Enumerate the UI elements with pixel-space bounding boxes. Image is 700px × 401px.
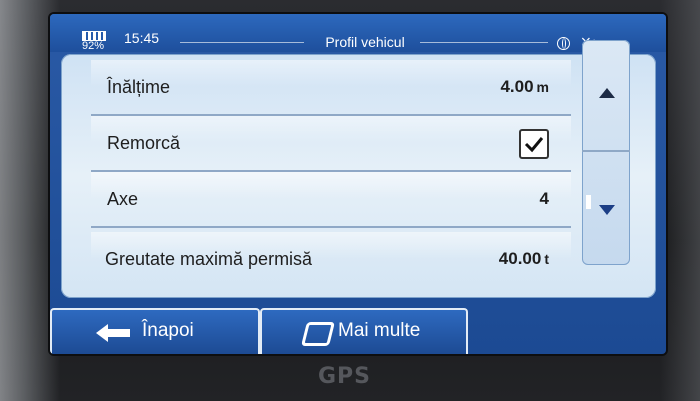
status-bar: 92% 15:45 Profil vehicul ⨯• [50,14,666,52]
setting-label: Remorcă [107,133,181,153]
scroll-up-icon[interactable] [599,88,615,98]
globe-icon [557,37,570,50]
setting-row-trailer[interactable]: Remorcă [91,116,571,172]
more-button[interactable]: Mai multe [260,308,468,354]
back-button[interactable]: Înapoi [50,308,260,354]
battery-percent: 92% [82,40,105,52]
setting-value: 4.00 m [500,77,549,96]
settings-panel: Înălțime 4.00 m Remorcă Axe 4 Greutate ma… [61,54,656,298]
device-brand-logo: GPS [318,364,372,389]
scroll-thumb[interactable] [586,195,591,209]
back-arrow-icon [96,324,130,342]
scrollbar[interactable] [582,40,630,265]
setting-row-max-weight[interactable]: Greutate maximă permisă 40.00 t [91,232,571,286]
trailer-checkbox[interactable] [519,129,549,159]
title-rule-left [180,42,304,43]
setting-row-height[interactable]: Înălțime 4.00 m [91,60,571,116]
title-rule-right [420,42,548,43]
scroll-down-icon[interactable] [599,205,615,215]
scroll-divider [582,150,630,152]
bezel-shade [660,0,700,401]
setting-label: Greutate maximă permisă [105,249,313,269]
setting-row-axles[interactable]: Axe 4 [91,172,571,228]
clock: 15:45 [124,30,160,46]
setting-value: 40.00 t [498,249,549,268]
back-button-label: Înapoi [142,320,194,341]
page-title: Profil vehicul [325,34,405,50]
check-icon [524,137,544,153]
more-button-label: Mai multe [338,320,421,341]
setting-label: Axe [107,189,139,209]
screen: 92% 15:45 Profil vehicul ⨯• Înălțime 4.0… [50,14,666,354]
more-icon [301,322,335,346]
setting-value: 4 [539,189,549,208]
setting-label: Înălțime [107,77,171,97]
